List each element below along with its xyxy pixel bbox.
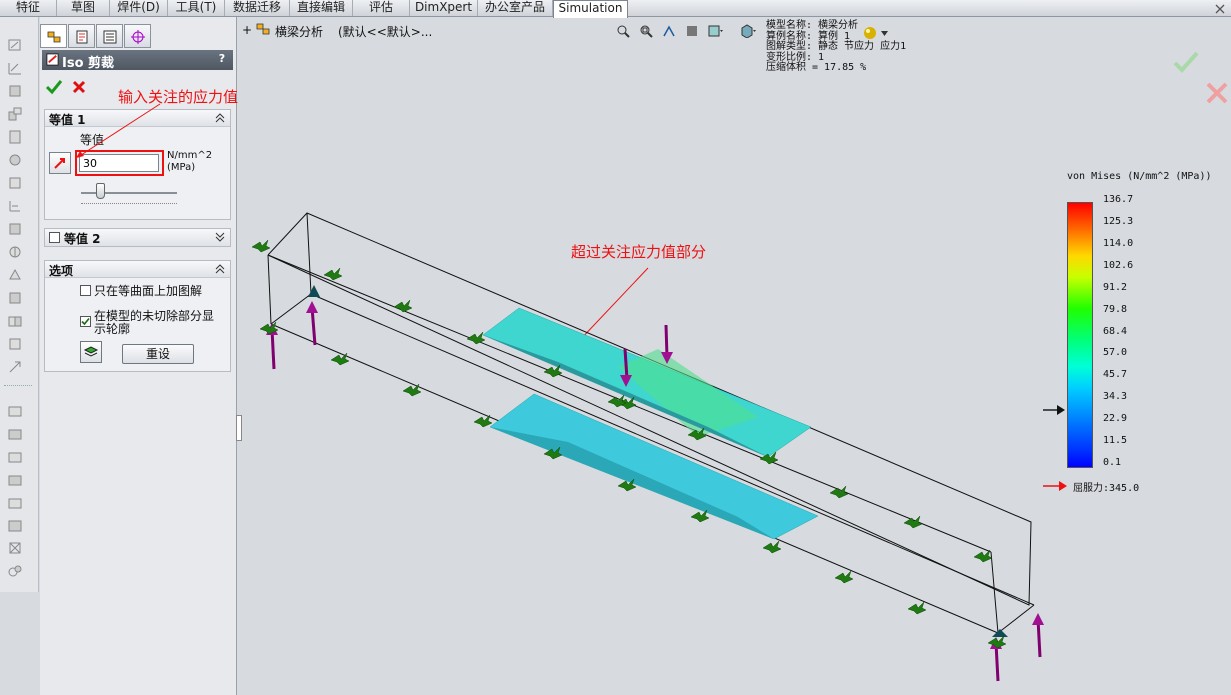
confirm-ok-icon[interactable] — [1173, 51, 1199, 73]
info-plot-type: 图解类型: 静态 节应力 应力1 — [766, 41, 907, 52]
yield-arrow-icon — [1043, 481, 1067, 491]
legend-tick: 11.5 — [1103, 435, 1128, 447]
legend-tick: 45.7 — [1103, 369, 1128, 381]
legend-tick: 68.4 — [1103, 325, 1128, 337]
legend-tick: 136.7 — [1103, 194, 1134, 205]
legend-tick: 22.9 — [1103, 413, 1128, 425]
legend-tick: 57.0 — [1103, 347, 1128, 359]
confirm-cancel-icon[interactable] — [1205, 81, 1229, 105]
tree-item-name[interactable]: 横梁分析 — [275, 23, 323, 40]
section-view-icon[interactable] — [685, 24, 699, 38]
legend-tick: 114.0 — [1103, 237, 1134, 249]
legend-tick: 79.8 — [1103, 303, 1128, 315]
view-orientation-icon[interactable] — [708, 24, 724, 38]
plot-info: 模型名称: 横梁分析 算例名称: 算例 1 图解类型: 静态 节应力 应力1 变… — [766, 20, 907, 74]
tree-expand-toggle[interactable]: + — [242, 23, 252, 37]
tree-item-config: (默认<<默认>... — [338, 25, 433, 39]
legend-tick: 125.3 — [1103, 215, 1134, 227]
legend-tick: 91.2 — [1103, 281, 1128, 293]
part-icon — [256, 23, 270, 35]
legend-tick: 102.6 — [1103, 259, 1134, 271]
legend-value-marker-arrow — [1043, 404, 1065, 415]
legend-title: von Mises (N/mm^2 (MPa)) — [1067, 171, 1212, 182]
legend-tick: 34.3 — [1103, 391, 1128, 403]
lighting-sphere-icon[interactable] — [863, 26, 877, 40]
zoom-area-icon[interactable] — [639, 24, 653, 38]
legend-colorbar — [1067, 202, 1093, 468]
info-compression: 压缩体积 = 17.85 % — [766, 62, 867, 73]
info-model-name: 模型名称: 横梁分析 — [766, 20, 859, 31]
zoom-to-fit-icon[interactable] — [616, 24, 630, 38]
display-style-icon[interactable] — [740, 24, 756, 38]
yield-strength-label: 屈服力:345.0 — [1073, 483, 1140, 494]
previous-view-icon[interactable] — [662, 24, 676, 38]
dropdown-caret-icon[interactable] — [881, 31, 888, 36]
annotation-over-stress: 超过关注应力值部分 — [571, 243, 707, 261]
legend-tick: 0.1 — [1103, 457, 1122, 468]
